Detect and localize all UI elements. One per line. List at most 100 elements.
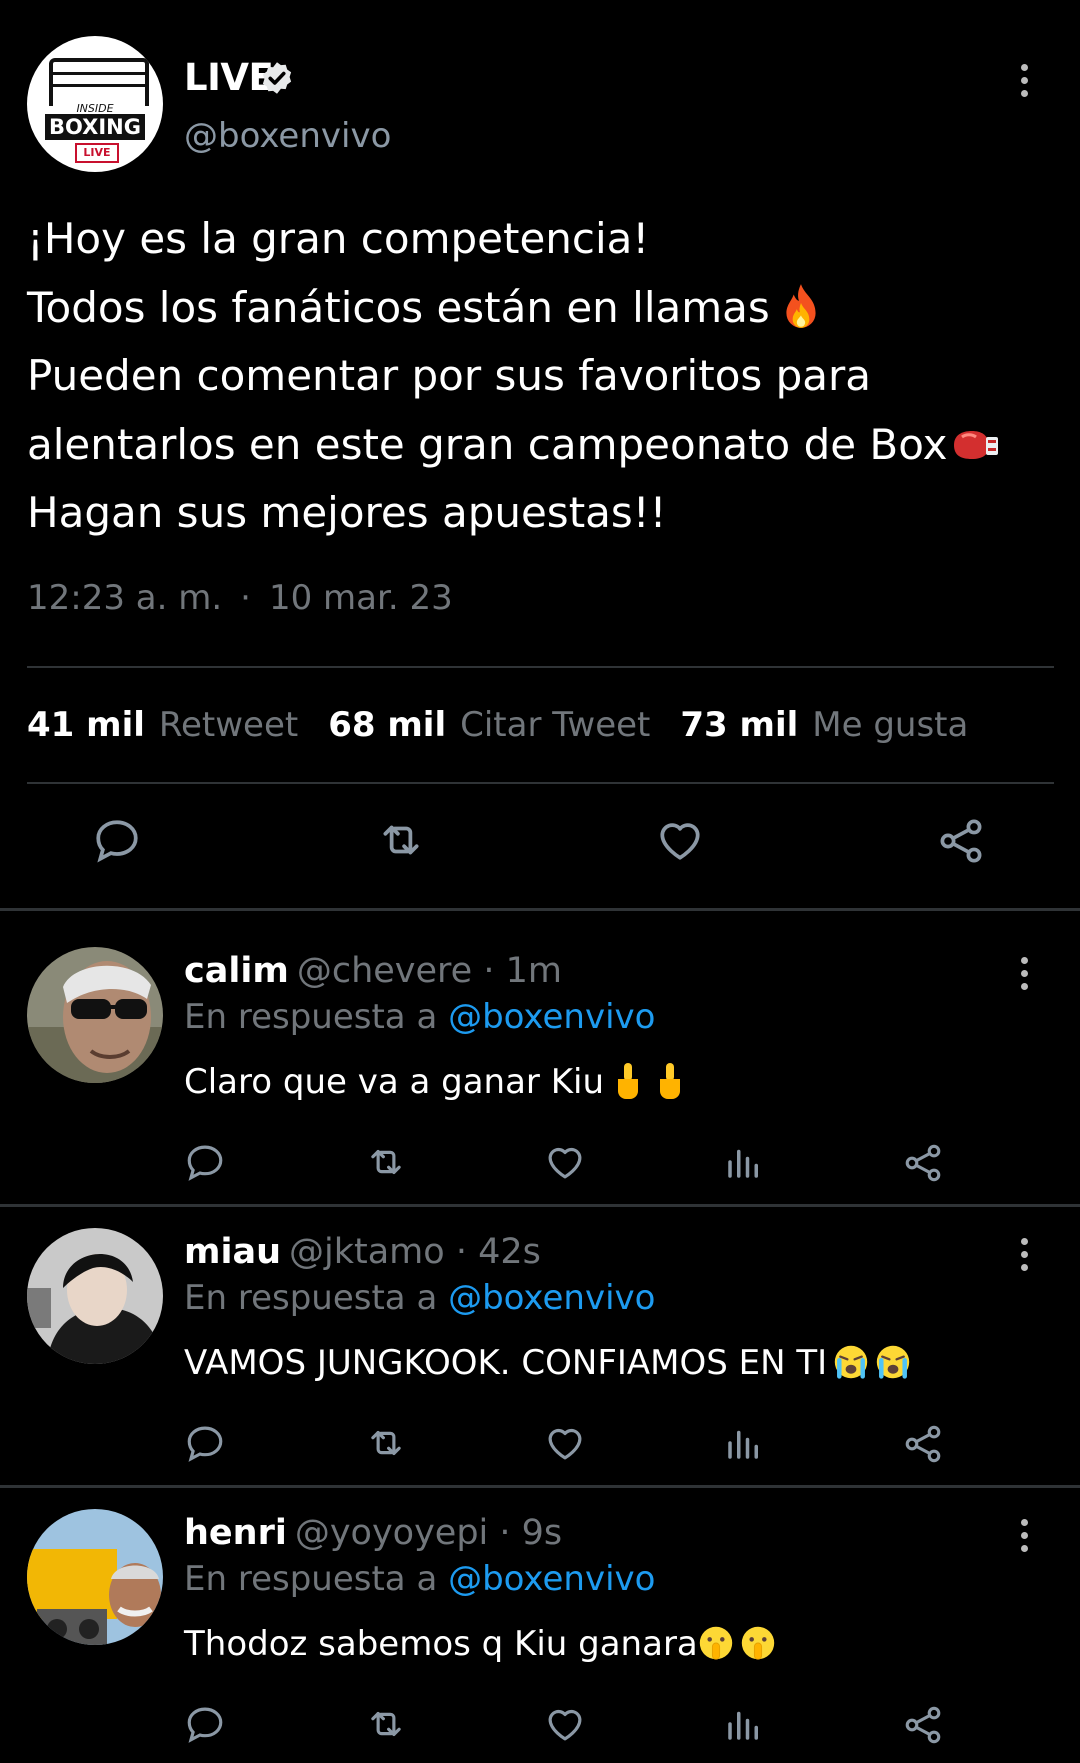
- stat-retweets[interactable]: 41 mil Retweet: [27, 705, 328, 745]
- like-button[interactable]: [544, 1422, 586, 1464]
- retweet-icon: [371, 1149, 401, 1175]
- analytics-icon: [728, 1149, 758, 1178]
- tweet-action-bar: [0, 815, 1080, 875]
- tweet-stats: 41 mil Retweet 68 mil Citar Tweet 73 mil Me g…: [27, 705, 998, 745]
- meta-separator: ·: [240, 578, 251, 618]
- reply-context: En respuesta a @boxenvivo: [184, 997, 655, 1037]
- in-reply-prefix: En respuesta a: [184, 1559, 438, 1599]
- reply-author-line: calim @chevere · 1m: [184, 951, 562, 991]
- more-options-icon[interactable]: [1019, 957, 1029, 997]
- tweet-date: 10 mar. 23: [268, 578, 453, 618]
- boxing-glove-emoji-icon: [953, 430, 998, 459]
- retweet-icon: [371, 1711, 401, 1737]
- tweet-text-line-2: Todos los fanáticos están en llamas: [27, 274, 1047, 343]
- reply-text: Claro que va a ganar Kiu: [184, 1061, 688, 1102]
- tweet-time: 12:23 a. m.: [27, 578, 223, 618]
- analytics-icon: [728, 1711, 758, 1740]
- shushing-face-emoji-icon: [699, 1626, 732, 1660]
- retweet-label: Retweet: [158, 705, 299, 745]
- like-button[interactable]: [544, 1141, 586, 1183]
- views-button[interactable]: [723, 1703, 765, 1745]
- reply-avatar[interactable]: [27, 1228, 163, 1364]
- heart-icon: [548, 1709, 582, 1741]
- reply-button[interactable]: [184, 1141, 226, 1183]
- logo-text-boxing: BOXING: [45, 114, 145, 140]
- retweet-button[interactable]: [363, 1422, 409, 1464]
- stat-likes[interactable]: 73 mil Me gusta: [680, 705, 998, 745]
- views-button[interactable]: [723, 1141, 765, 1183]
- share-button[interactable]: [901, 1141, 945, 1185]
- reply-mention-link[interactable]: @boxenvivo: [448, 997, 655, 1037]
- reply-button[interactable]: [184, 1422, 226, 1464]
- like-button[interactable]: [655, 815, 705, 865]
- reply-icon: [187, 1426, 223, 1462]
- pointing-finger-emoji-icon: [660, 1063, 681, 1099]
- retweet-button[interactable]: [373, 815, 429, 865]
- quote-label: Citar Tweet: [460, 705, 651, 745]
- more-options-icon[interactable]: [1019, 1519, 1029, 1559]
- views-button[interactable]: [723, 1422, 765, 1464]
- analytics-icon: [728, 1430, 758, 1459]
- divider: [27, 782, 1054, 784]
- reply-text-body: Thodoz sabemos q Kiu ganara: [184, 1624, 698, 1664]
- verified-badge-icon: [262, 62, 292, 94]
- avatar-photo: [27, 1509, 163, 1645]
- ring-rope: [49, 72, 149, 75]
- quote-count: 68 mil: [328, 705, 447, 745]
- reply-context: En respuesta a @boxenvivo: [184, 1559, 655, 1599]
- retweet-button[interactable]: [363, 1703, 409, 1745]
- tweet-header: INSIDE BOXING LIVE LIVE @boxenvivo: [0, 0, 1080, 210]
- reply-tweet[interactable]: henri @yoyoyepi · 9s En respuesta a @boxe…: [0, 1473, 1080, 1753]
- reply-author-name[interactable]: calim: [184, 951, 289, 991]
- reply-action-bar: [0, 1703, 1080, 1763]
- reply-text-body: VAMOS JUNGKOOK. CONFIAMOS EN TI: [184, 1343, 828, 1383]
- reply-icon: [187, 1145, 223, 1181]
- pointing-finger-emoji-icon: [618, 1063, 639, 1099]
- author-avatar[interactable]: INSIDE BOXING LIVE: [27, 36, 163, 172]
- reply-mention-link[interactable]: @boxenvivo: [448, 1559, 655, 1599]
- reply-handle-time[interactable]: @chevere · 1m: [297, 951, 562, 991]
- reply-author-name[interactable]: miau: [184, 1232, 281, 1272]
- tweet-text-line-4: alentarlos en este gran campeonato de Bo…: [27, 411, 1047, 480]
- share-button[interactable]: [935, 815, 987, 867]
- reply-avatar[interactable]: [27, 1509, 163, 1645]
- like-count: 73 mil: [680, 705, 799, 745]
- retweet-icon: [383, 825, 419, 855]
- author-handle[interactable]: @boxenvivo: [184, 116, 391, 156]
- like-button[interactable]: [544, 1703, 586, 1745]
- reply-icon: [96, 820, 138, 863]
- shushing-face-emoji-icon: [741, 1626, 774, 1660]
- retweet-icon: [371, 1430, 401, 1456]
- reply-author-name[interactable]: henri: [184, 1513, 287, 1553]
- ring-rope: [49, 84, 149, 87]
- stat-quotes[interactable]: 68 mil Citar Tweet: [328, 705, 680, 745]
- reply-button[interactable]: [92, 815, 142, 865]
- fire-emoji-icon: [786, 283, 816, 328]
- reply-avatar[interactable]: [27, 947, 163, 1083]
- reply-handle-time[interactable]: @yoyoyepi · 9s: [295, 1513, 562, 1553]
- share-button[interactable]: [901, 1703, 945, 1747]
- crying-face-emoji-icon: [834, 1345, 868, 1379]
- tweet-text-line: Todos los fanáticos están en llamas: [27, 282, 770, 332]
- more-options-icon[interactable]: [1019, 1238, 1029, 1278]
- reply-tweet[interactable]: calim @chevere · 1m En respuesta a @boxen…: [0, 911, 1080, 1191]
- in-reply-prefix: En respuesta a: [184, 997, 438, 1037]
- tweet-text-line: Pueden comentar por sus favoritos para: [27, 351, 872, 400]
- reply-text: VAMOS JUNGKOOK. CONFIAMOS EN TI: [184, 1342, 911, 1383]
- heart-icon: [548, 1428, 582, 1460]
- share-icon: [940, 819, 982, 863]
- tweet-text-line: Hagan sus mejores apuestas!!: [27, 488, 667, 537]
- reply-mention-link[interactable]: @boxenvivo: [448, 1278, 655, 1318]
- reply-handle-time[interactable]: @jktamo · 42s: [289, 1232, 541, 1272]
- retweet-button[interactable]: [363, 1141, 409, 1183]
- share-button[interactable]: [901, 1422, 945, 1466]
- reply-button[interactable]: [184, 1703, 226, 1745]
- crying-face-emoji-icon: [876, 1345, 910, 1379]
- reply-tweet[interactable]: miau @jktamo · 42s En respuesta a @boxenv…: [0, 1192, 1080, 1472]
- more-options-icon[interactable]: [1019, 64, 1029, 104]
- tweet-timestamp[interactable]: 12:23 a. m. · 10 mar. 23: [27, 578, 453, 618]
- logo-text-live: LIVE: [75, 143, 119, 163]
- divider: [27, 666, 1054, 668]
- avatar-photo: [27, 947, 163, 1083]
- reply-context: En respuesta a @boxenvivo: [184, 1278, 655, 1318]
